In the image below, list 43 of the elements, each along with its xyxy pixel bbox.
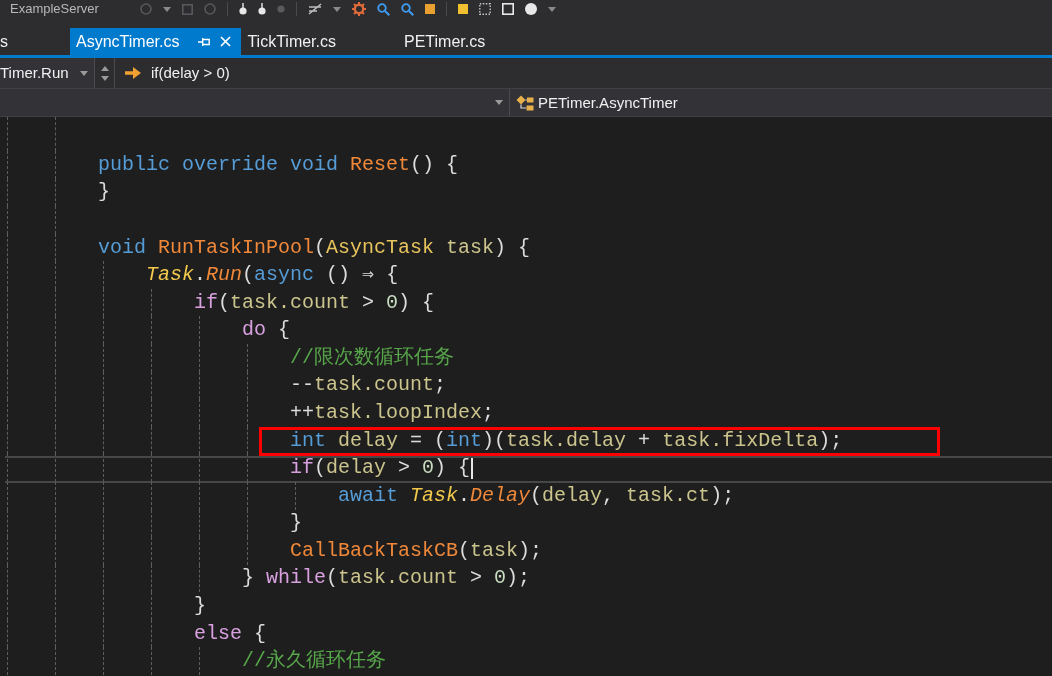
code-line: await Task.Delay(delay, task.ct);: [338, 483, 735, 508]
gear-icon[interactable]: [352, 2, 366, 16]
caret-icon[interactable]: [548, 6, 556, 12]
arrow-icon: [125, 67, 141, 79]
caret-up-icon[interactable]: [100, 65, 109, 71]
caret-icon: [80, 70, 88, 76]
code-line: }: [290, 511, 302, 536]
caret-down-icon[interactable]: [100, 75, 109, 81]
code-line: void RunTaskInPool(AsyncTask task) {: [98, 235, 531, 260]
dotted-square-icon[interactable]: [479, 3, 491, 15]
code-line: }: [98, 180, 110, 205]
dot-icon[interactable]: [525, 3, 537, 15]
file-tab[interactable]: TickTimer.cs: [241, 28, 398, 55]
caret-icon[interactable]: [163, 6, 171, 12]
code-line: if(task.count > 0) {: [194, 290, 435, 315]
close-icon[interactable]: [220, 36, 232, 47]
code-line: } while(task.count > 0);: [242, 566, 531, 591]
class-icon: [516, 94, 534, 111]
caret-icon: [495, 100, 503, 105]
window-title: ExampleServer: [9, 0, 100, 16]
caret-icon[interactable]: [333, 6, 341, 12]
code-line: --task.count;: [290, 373, 447, 398]
pin-icon[interactable]: [239, 3, 247, 15]
file-tab[interactable]: AsyncTimer.cs: [70, 28, 242, 55]
code-line: do {: [242, 318, 291, 343]
code-line: Task.Run(async () ⇒ {: [146, 263, 399, 288]
file-tab[interactable]: s: [0, 28, 70, 55]
file-tab[interactable]: PETimer.cs: [398, 28, 548, 55]
code-line: ++task.loopIndex;: [290, 401, 495, 425]
pin-icon[interactable]: [258, 3, 266, 15]
code-line: //永久循环任务: [242, 649, 386, 674]
code-line: CallBackTaskCB(task);: [290, 538, 543, 563]
search-icon[interactable]: [401, 2, 414, 16]
dot-icon[interactable]: [277, 5, 285, 13]
code-line: }: [194, 594, 206, 619]
code-line: int delay = (int)(task.delay + task.fixDelta);: [290, 428, 843, 453]
crossed-lines-icon[interactable]: [308, 3, 322, 15]
code-line: else {: [194, 621, 267, 646]
code-line: if(delay > 0) {: [290, 456, 471, 481]
code-line: public override void Reset() {: [98, 152, 459, 177]
code-line: //限次数循环任务: [290, 345, 454, 370]
search-icon[interactable]: [377, 2, 390, 16]
member-dropdown[interactable]: Timer.Run: [0, 58, 95, 88]
